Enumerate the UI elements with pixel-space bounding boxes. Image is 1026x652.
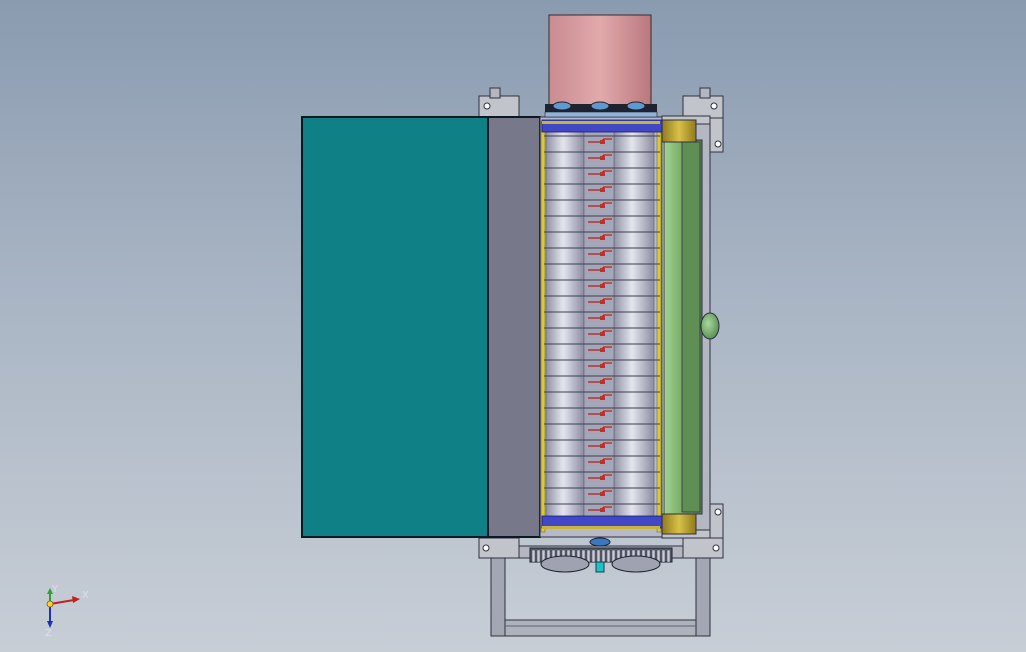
blade-tip [600, 380, 605, 384]
orientation-triad[interactable]: Y X Z [36, 584, 106, 640]
gear-tooth [591, 549, 596, 563]
blade-tip [600, 364, 605, 368]
cad-viewport[interactable]: Y X Z [0, 0, 1026, 652]
blade-tip [600, 332, 605, 336]
feed-hopper-panel[interactable] [301, 116, 489, 538]
drive-gears[interactable] [529, 537, 673, 573]
blade-tip [600, 236, 605, 240]
cutting-chamber[interactable] [539, 116, 663, 538]
blade-tip [600, 204, 605, 208]
blade-tip [600, 428, 605, 432]
drive-motor[interactable] [548, 14, 652, 109]
gear-tooth [661, 549, 666, 563]
blade-tip [600, 316, 605, 320]
blade-tip [600, 460, 605, 464]
top-bearings[interactable] [544, 101, 658, 118]
blade-tip [600, 268, 605, 272]
blade-tip [600, 396, 605, 400]
blade-tip [600, 492, 605, 496]
gear-tooth [606, 549, 611, 563]
axis-z-arrow-icon [47, 604, 53, 628]
blade-tip [600, 172, 605, 176]
gear-tooth [536, 549, 541, 563]
blade-tip [600, 412, 605, 416]
axis-y-label: Y [51, 584, 59, 595]
blade-tip [600, 284, 605, 288]
blade-tip [600, 300, 605, 304]
shredder-assembly-model[interactable] [0, 0, 1026, 652]
gear-tooth [666, 549, 671, 563]
axis-z-label: Z [45, 628, 52, 639]
blade-tip [600, 508, 605, 512]
gear-tooth [596, 549, 601, 563]
gear-housing[interactable] [661, 119, 703, 535]
side-guard-panel[interactable] [487, 116, 541, 538]
blade-tip [600, 252, 605, 256]
blade-tip [600, 444, 605, 448]
blade-tip [600, 140, 605, 144]
axis-x-label: X [82, 590, 89, 601]
blade-tip [600, 156, 605, 160]
gear-tooth [601, 549, 606, 563]
blade-tip [600, 476, 605, 480]
side-knob[interactable] [700, 312, 720, 340]
axis-x-arrow-icon [49, 596, 80, 605]
gear-tooth [531, 549, 536, 563]
gear-tooth [586, 549, 591, 563]
blade-tip [600, 348, 605, 352]
blade-tip [600, 188, 605, 192]
blade-tip [600, 220, 605, 224]
